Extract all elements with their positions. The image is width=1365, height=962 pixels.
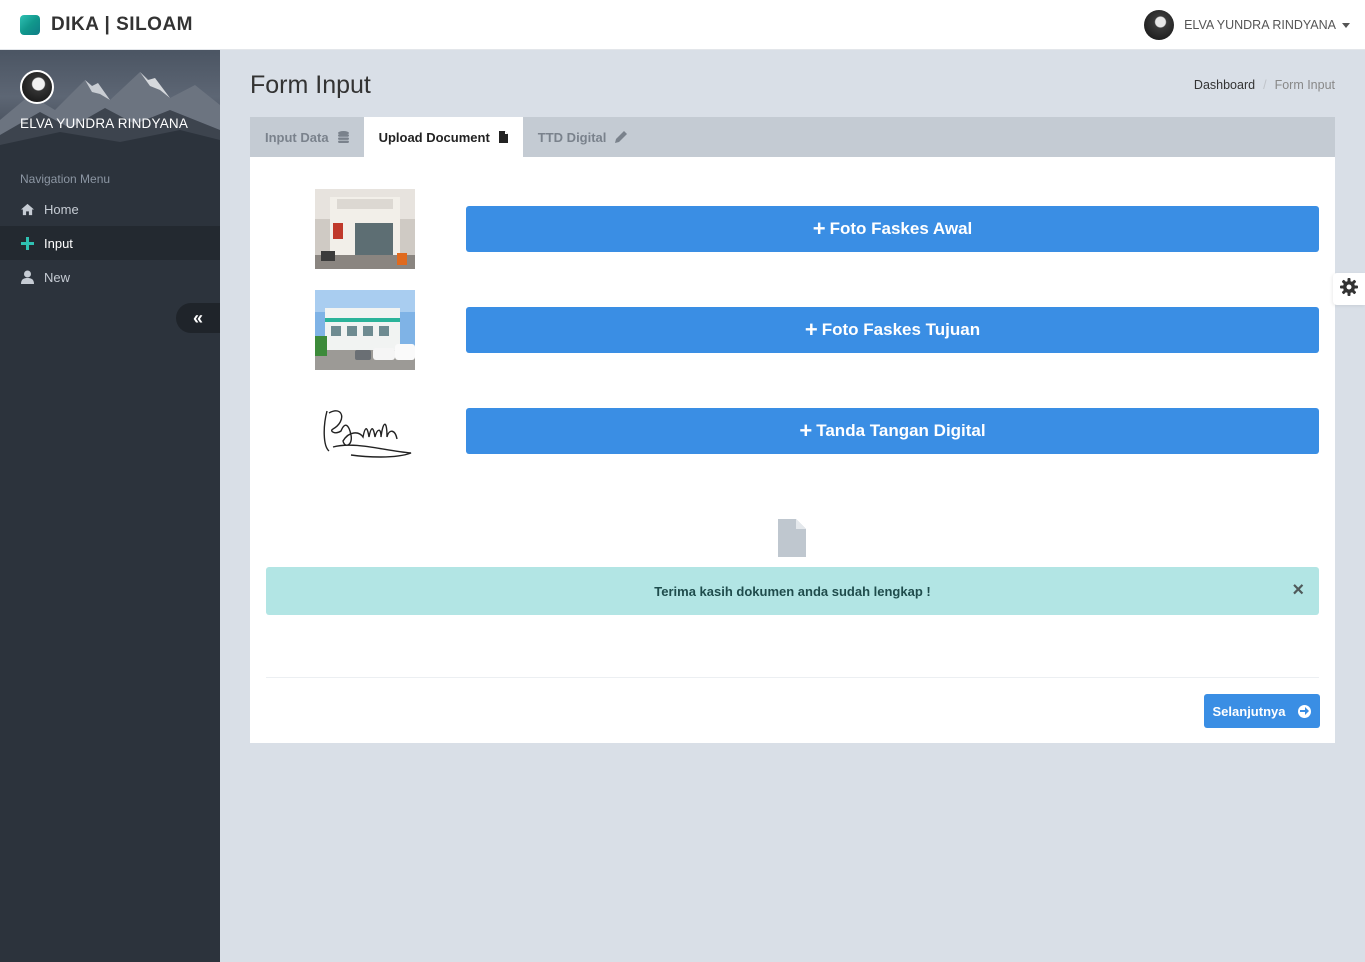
profile-name: ELVA YUNDRA RINDYANA — [20, 116, 189, 131]
breadcrumb: Dashboard / Form Input — [1194, 78, 1335, 92]
home-icon — [20, 202, 35, 217]
avatar — [1144, 10, 1175, 40]
upload-faskes-awal-button[interactable]: + Foto Faskes Awal — [466, 206, 1319, 252]
sidebar-item-label: Home — [44, 201, 79, 217]
tab-input-data[interactable]: Input Data — [250, 117, 364, 157]
next-button-label: Selanjutnya — [1212, 703, 1286, 719]
tab-label: Input Data — [265, 129, 329, 145]
sidebar-item-label: Input — [44, 235, 73, 251]
gear-icon — [1340, 277, 1358, 301]
breadcrumb-dashboard[interactable]: Dashboard — [1194, 78, 1255, 92]
brand-logo-icon — [20, 15, 40, 35]
sidebar-item-new[interactable]: New — [0, 260, 220, 294]
divider — [266, 677, 1319, 678]
breadcrumb-current: Form Input — [1274, 78, 1335, 92]
form-tabs: Input Data Upload Document TTD Digital — [250, 117, 1335, 157]
breadcrumb-separator: / — [1263, 78, 1267, 92]
upload-faskes-tujuan-button[interactable]: + Foto Faskes Tujuan — [466, 307, 1319, 353]
brand[interactable]: DIKA | SILOAM — [20, 14, 193, 36]
upload-panel: + Foto Faskes Awal + Foto Faskes Tujuan — [250, 157, 1335, 743]
upload-button-label: Foto Faskes Tujuan — [821, 320, 981, 339]
upload-button-label: Foto Faskes Awal — [829, 219, 973, 238]
next-button[interactable]: Selanjutnya — [1204, 694, 1320, 728]
tab-upload-document[interactable]: Upload Document — [363, 117, 523, 157]
sidebar-item-input[interactable]: Input — [0, 226, 220, 260]
faskes-tujuan-thumbnail — [315, 290, 415, 370]
plus-icon: + — [804, 317, 818, 342]
alert-message: Terima kasih dokumen anda sudah lengkap … — [654, 583, 931, 599]
arrow-circle-right-icon — [1298, 704, 1312, 718]
signature-thumbnail — [315, 391, 415, 471]
tab-label: TTD Digital — [537, 129, 607, 145]
caret-down-icon — [1342, 22, 1350, 28]
settings-toggle[interactable] — [1333, 273, 1365, 305]
pencil-icon — [615, 131, 628, 143]
nav-header: Navigation Menu — [20, 172, 111, 186]
faskes-awal-thumbnail — [315, 189, 415, 269]
plus-icon — [20, 236, 35, 251]
top-navbar: DIKA | SILOAM ELVA YUNDRA RINDYANA — [0, 0, 1365, 50]
user-menu-name: ELVA YUNDRA RINDYANA — [1184, 18, 1336, 32]
brand-name: DIKA | SILOAM — [51, 14, 193, 35]
success-alert: Terima kasih dokumen anda sudah lengkap … — [266, 567, 1319, 615]
upload-signature-button[interactable]: + Tanda Tangan Digital — [466, 408, 1319, 454]
user-menu[interactable]: ELVA YUNDRA RINDYANA — [1144, 10, 1350, 40]
sidebar-item-home[interactable]: Home — [0, 192, 220, 226]
profile-avatar — [20, 70, 54, 104]
file-icon — [778, 519, 806, 557]
upload-button-label: Tanda Tangan Digital — [816, 421, 986, 440]
database-icon — [337, 131, 349, 143]
tab-ttd-digital[interactable]: TTD Digital — [523, 117, 643, 157]
user-icon — [20, 270, 35, 285]
sidebar-item-label: New — [44, 269, 71, 285]
tab-label: Upload Document — [378, 129, 490, 145]
plus-icon: + — [799, 418, 813, 443]
double-chevron-left-icon: « — [192, 307, 203, 328]
plus-icon: + — [812, 216, 826, 241]
close-icon[interactable]: × — [1292, 579, 1304, 602]
sidebar-collapse-button[interactable]: « — [176, 303, 220, 333]
file-icon — [498, 131, 508, 143]
sidebar-profile: ELVA YUNDRA RINDYANA — [0, 50, 220, 154]
sidebar: ELVA YUNDRA RINDYANA Navigation Menu Hom… — [0, 50, 220, 962]
page-title: Form Input — [250, 71, 371, 99]
